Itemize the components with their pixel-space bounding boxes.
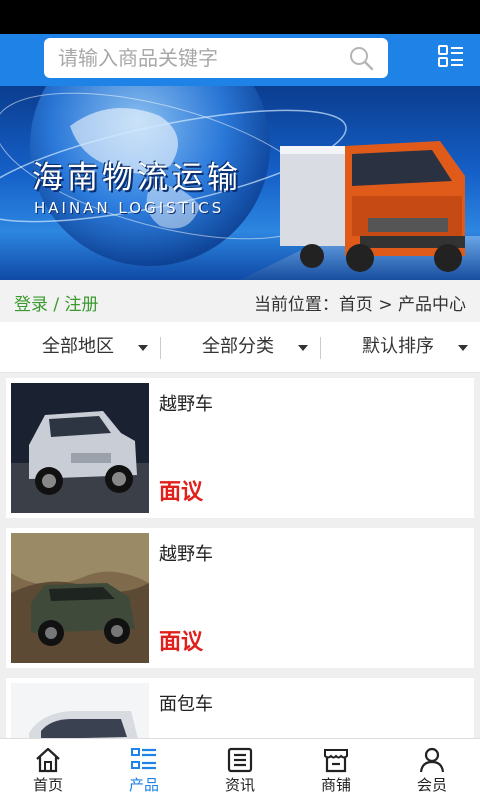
product-name: 越野车 bbox=[159, 544, 213, 565]
tab-label: 资讯 bbox=[224, 776, 255, 794]
filter-sort-label: 默认排序 bbox=[362, 336, 434, 357]
product-image[interactable] bbox=[11, 383, 149, 513]
tab-news[interactable]: 资讯 bbox=[192, 738, 288, 800]
filter-bar: 全部地区 全部分类 默认排序 bbox=[0, 322, 480, 373]
search-input[interactable] bbox=[58, 38, 338, 78]
breadcrumb: 当前位置：首页 > 产品中心 bbox=[253, 295, 466, 315]
list-icon bbox=[131, 748, 156, 770]
tab-home[interactable]: 首页 bbox=[0, 738, 96, 800]
filter-category[interactable]: 全部分类 bbox=[202, 322, 322, 372]
filter-region-label: 全部地区 bbox=[42, 336, 114, 357]
tab-member[interactable]: 会员 bbox=[384, 738, 480, 800]
login-register-link[interactable]: 登录 / 注册 bbox=[14, 290, 99, 315]
banner-subtitle: HAINAN LOGISTICS bbox=[34, 199, 225, 217]
search-box[interactable] bbox=[44, 38, 388, 78]
product-image[interactable] bbox=[11, 683, 149, 738]
product-card[interactable]: 越野车 面议 bbox=[6, 378, 474, 518]
filter-category-label: 全部分类 bbox=[202, 336, 274, 357]
chevron-down-icon bbox=[298, 345, 308, 351]
product-name: 越野车 bbox=[159, 394, 213, 415]
filter-sort[interactable]: 默认排序 bbox=[362, 322, 477, 372]
tab-label: 商铺 bbox=[320, 776, 351, 794]
status-bar bbox=[0, 0, 480, 34]
product-name: 面包车 bbox=[159, 694, 213, 715]
filter-region[interactable]: 全部地区 bbox=[42, 322, 162, 372]
search-icon[interactable] bbox=[348, 45, 374, 71]
product-price: 面议 bbox=[159, 480, 204, 505]
product-price: 面议 bbox=[159, 630, 204, 655]
menu-grid-icon[interactable] bbox=[437, 44, 465, 72]
tab-label: 首页 bbox=[32, 776, 63, 794]
tab-products[interactable]: 产品 bbox=[96, 738, 192, 800]
shop-icon bbox=[324, 749, 348, 773]
home-icon bbox=[36, 747, 60, 773]
chevron-down-icon bbox=[458, 345, 468, 351]
user-icon bbox=[419, 747, 445, 773]
tab-shop[interactable]: 商铺 bbox=[288, 738, 384, 800]
divider bbox=[320, 337, 321, 359]
banner-title: 海南物流运输 bbox=[32, 160, 242, 196]
divider bbox=[160, 337, 161, 359]
product-card[interactable]: 越野车 面议 bbox=[6, 528, 474, 668]
chevron-down-icon bbox=[138, 345, 148, 351]
product-card[interactable]: 面包车 bbox=[6, 678, 474, 738]
tab-label: 产品 bbox=[128, 776, 159, 794]
tab-label: 会员 bbox=[416, 776, 447, 794]
news-icon bbox=[227, 747, 253, 773]
product-image[interactable] bbox=[11, 533, 149, 663]
